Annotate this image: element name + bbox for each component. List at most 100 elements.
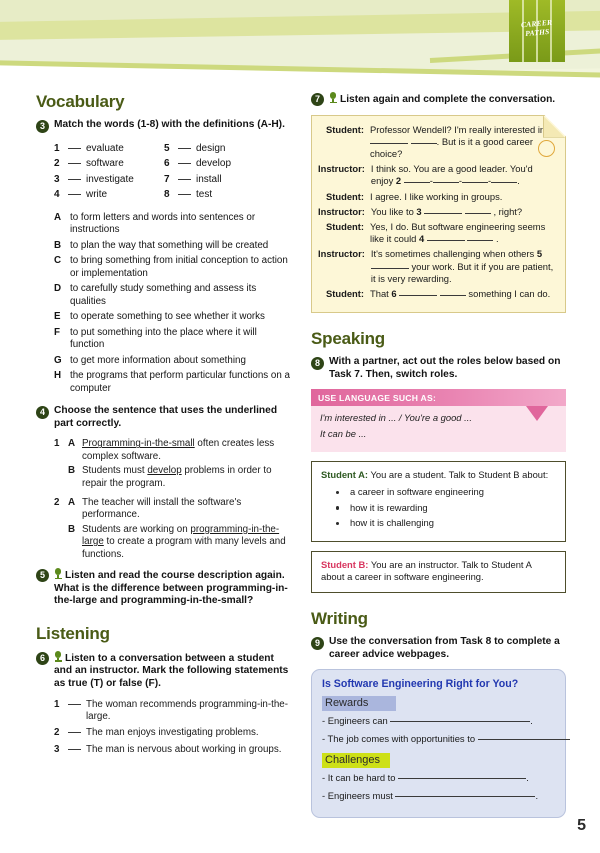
word-label: develop: [196, 158, 232, 170]
writing-blank[interactable]: [398, 778, 527, 780]
definition-row: H the programs that perform particular f…: [54, 370, 291, 395]
word-answer-blank[interactable]: [178, 187, 196, 202]
writing-blank[interactable]: [477, 739, 570, 741]
dialogue-text: You like to 3 , right?: [370, 205, 523, 217]
word-number: 4: [54, 189, 60, 201]
statement-answer-blank[interactable]: [68, 727, 86, 739]
left-column: Vocabulary 3 Match the words (1-8) with …: [36, 92, 291, 760]
choice-underlined-term: Programming-in-the-small: [82, 438, 195, 450]
task-9-number: 9: [311, 636, 324, 650]
dialogue-blank[interactable]: [467, 240, 493, 241]
task-7-instruction: Listen again and complete the conversati…: [340, 94, 556, 105]
dialogue-blank[interactable]: [411, 143, 437, 144]
choice-text: The teacher will install the software's …: [82, 497, 242, 521]
choice-row[interactable]: 2 A The teacher will install the softwar…: [54, 497, 291, 522]
career-advice-webpage-card: Is Software Engineering Right for You? R…: [311, 669, 570, 819]
dialogue-blank[interactable]: [424, 213, 462, 214]
definition-letter: E: [54, 311, 61, 323]
word-label: investigate: [86, 173, 134, 185]
word-number: 1: [54, 143, 60, 154]
dialogue-speaker: Instructor:: [318, 205, 365, 217]
choice-text-pre: Students must: [82, 465, 148, 477]
task-5-instruction: Listen and read the course description a…: [54, 570, 288, 607]
dialogue-text: Professor Wendell? I'm really interested…: [370, 123, 548, 159]
choice-text: Students must develop problems in order …: [82, 465, 291, 490]
word-answer-blank[interactable]: [178, 156, 196, 171]
definition-text: to put something into the place where it…: [70, 326, 257, 351]
true-false-row: 1 The woman recommends programming-in-th…: [54, 699, 291, 724]
dialogue-blank[interactable]: [399, 295, 437, 296]
true-false-row: 2 The man enjoys investigating problems.: [54, 727, 291, 739]
writing-blank[interactable]: [395, 796, 536, 798]
choice-row[interactable]: B Students are working on programming-in…: [54, 524, 291, 561]
word-row: 2 software: [54, 156, 164, 171]
dialogue-blank[interactable]: [370, 143, 408, 144]
choice-text-post: to create a program with many levels and…: [82, 536, 286, 560]
task-8-number: 8: [311, 357, 324, 371]
statement-answer-blank[interactable]: [68, 744, 86, 756]
choice-letter: A: [68, 438, 76, 450]
definition-text: to get more information about something: [70, 354, 246, 366]
statement-text: The man is nervous about working in grou…: [86, 743, 282, 755]
use-language-box: USE LANGUAGE SUCH AS: I'm interested in …: [311, 389, 566, 453]
word-answer-blank[interactable]: [68, 172, 86, 187]
dialogue-speaker: Student:: [325, 288, 364, 300]
word-row: 4 write: [54, 187, 164, 202]
dialogue-blank[interactable]: [491, 182, 517, 183]
dialogue-note-card: Student: Professor Wendell? I'm really i…: [311, 115, 566, 314]
definition-row: G to get more information about somethin…: [54, 355, 291, 367]
statement-answer-blank[interactable]: [68, 699, 86, 724]
word-row: 5 design: [164, 141, 274, 156]
task-4-instruction: Choose the sentence that uses the underl…: [54, 405, 278, 429]
dialogue-blank[interactable]: [371, 268, 409, 269]
dialogue-blank[interactable]: [427, 240, 465, 241]
logo-text: Career Paths: [508, 18, 565, 40]
choice-letter: B: [68, 465, 76, 477]
dialogue-speaker: Student:: [325, 123, 364, 135]
rewards-line-text: - The job comes with opportunities to: [322, 733, 478, 745]
vocabulary-word-grid: 1 evaluate 2 software 3 investigate 4 wr…: [54, 141, 291, 203]
choice-row[interactable]: B Students must develop problems in orde…: [54, 465, 291, 490]
dialogue-blank[interactable]: [440, 295, 466, 296]
dialogue-blank[interactable]: [433, 182, 459, 183]
choice-group-number: 1: [54, 438, 60, 450]
task-5-body: Listen and read the course description a…: [54, 568, 291, 608]
task-7-body: Listen again and complete the conversati…: [329, 92, 566, 107]
word-answer-blank[interactable]: [68, 141, 86, 156]
definition-text: to bring something from initial concepti…: [70, 255, 288, 279]
word-answer-blank[interactable]: [178, 172, 196, 187]
word-number: 2: [54, 158, 60, 170]
statement-number: 1: [54, 698, 60, 710]
rewards-line: - Engineers can .: [322, 715, 533, 727]
challenges-line: - It can be hard to .: [322, 772, 529, 784]
word-label: write: [86, 189, 108, 201]
definition-text: the programs that perform particular fun…: [70, 370, 290, 394]
page-number: 5: [577, 817, 586, 834]
speaking-heading: Speaking: [311, 329, 385, 349]
webpage-title: Is Software Engineering Right for You?: [322, 678, 519, 691]
statement-number: 2: [54, 727, 60, 739]
task-9-instruction: Use the conversation from Task 8 to comp…: [329, 635, 560, 660]
writing-blank[interactable]: [390, 721, 531, 723]
punch-hole-icon: [538, 140, 555, 157]
dialogue-text: It's sometimes challenging when others 5…: [370, 248, 554, 284]
definition-row: D to carefully study something and asses…: [54, 283, 291, 308]
vocabulary-heading: Vocabulary: [36, 92, 125, 111]
dialogue-blank[interactable]: [404, 182, 430, 183]
task-9: 9 Use the conversation from Task 8 to co…: [311, 636, 566, 661]
choice-text: Students are working on programming-in-t…: [82, 524, 291, 561]
choice-group-2: 2 A The teacher will install the softwar…: [54, 497, 291, 561]
definition-text: to form letters and words into sentences…: [70, 211, 256, 236]
word-answer-blank[interactable]: [178, 141, 196, 156]
choice-row[interactable]: 1 A Programming-in-the-small often creat…: [54, 438, 291, 463]
listening-heading: Listening: [36, 623, 110, 643]
dialogue-blank[interactable]: [465, 213, 491, 214]
task-3-instruction: Match the words (1-8) with the definitio…: [54, 119, 285, 130]
dialogue-line: Instructor: It's sometimes challenging w…: [318, 248, 556, 285]
word-answer-blank[interactable]: [68, 156, 86, 171]
word-number: 6: [164, 158, 170, 170]
word-answer-blank[interactable]: [68, 187, 86, 202]
word-number: 3: [54, 173, 60, 185]
dialogue-blank[interactable]: [462, 182, 488, 183]
definition-text: to plan the way that something will be c…: [70, 239, 269, 251]
